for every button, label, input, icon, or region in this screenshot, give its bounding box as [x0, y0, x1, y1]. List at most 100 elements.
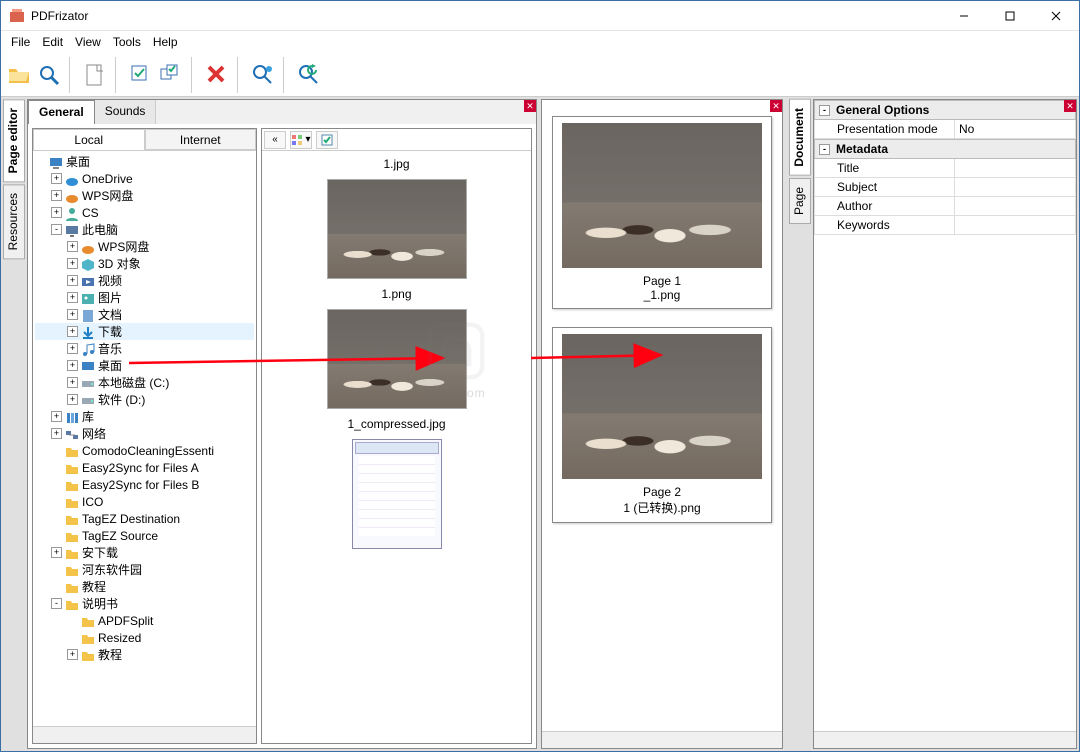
thumb-back-button[interactable]: « [264, 131, 286, 149]
tree-expander-icon[interactable]: + [67, 649, 78, 660]
tree-item[interactable]: ComodoCleaningEssenti [35, 442, 254, 459]
tree-expander-icon[interactable]: + [67, 258, 78, 269]
tree-item[interactable]: +软件 (D:) [35, 391, 254, 408]
prop-row[interactable]: Presentation mode No [814, 120, 1076, 139]
check-pages-button[interactable] [127, 57, 155, 93]
thumb-item[interactable]: 1.png [266, 285, 527, 409]
tree-item[interactable]: +库 [35, 408, 254, 425]
panel-close-icon[interactable]: ✕ [524, 100, 536, 112]
tab-general[interactable]: General [28, 100, 95, 124]
tree-item[interactable]: +图片 [35, 289, 254, 306]
subtab-internet[interactable]: Internet [145, 129, 257, 150]
tree-item[interactable]: +WPS网盘 [35, 187, 254, 204]
tree-item[interactable]: +文档 [35, 306, 254, 323]
prop-value[interactable] [955, 159, 1075, 177]
thumb-view-button[interactable]: ▾ [290, 131, 312, 149]
tree-item[interactable]: 河东软件园 [35, 561, 254, 578]
tree-item[interactable]: -说明书 [35, 595, 254, 612]
tree-expander-icon[interactable]: + [51, 207, 62, 218]
tree-item[interactable]: +CS [35, 204, 254, 221]
tree-item[interactable]: Resized [35, 629, 254, 646]
menu-tools[interactable]: Tools [107, 33, 147, 51]
thumb-item[interactable]: 1_compressed.jpg [266, 415, 527, 549]
vtab-page-editor[interactable]: Page editor [3, 99, 25, 182]
maximize-button[interactable] [987, 1, 1033, 31]
tree-expander-icon[interactable]: + [51, 173, 62, 184]
tree-item[interactable]: TagEZ Destination [35, 510, 254, 527]
tree-expander-icon[interactable]: + [67, 309, 78, 320]
tree-item[interactable]: 教程 [35, 578, 254, 595]
tree-item[interactable]: +3D 对象 [35, 255, 254, 272]
vtab-resources[interactable]: Resources [3, 184, 25, 259]
prop-row[interactable]: Subject [814, 178, 1076, 197]
props-hscroll[interactable] [814, 731, 1076, 748]
delete-button[interactable] [203, 57, 231, 93]
tree-expander-icon[interactable]: + [67, 360, 78, 371]
tree-item[interactable]: +本地磁盘 (C:) [35, 374, 254, 391]
tree-item[interactable]: +WPS网盘 [35, 238, 254, 255]
prop-section[interactable]: -General Options [814, 100, 1076, 120]
tree-hscroll[interactable] [33, 726, 256, 743]
tree-item[interactable]: +桌面 [35, 357, 254, 374]
open-folder-button[interactable] [5, 57, 33, 93]
vtab-document[interactable]: Document [789, 99, 811, 176]
tree-item[interactable]: +安下载 [35, 544, 254, 561]
tree-expander-icon[interactable]: + [51, 428, 62, 439]
zoom-page-button[interactable] [249, 57, 277, 93]
tree-expander-icon[interactable]: + [67, 377, 78, 388]
page-card[interactable]: Page 2 1 (已转换).png [552, 327, 772, 523]
panel-close-icon[interactable]: ✕ [770, 100, 782, 112]
tree-expander-icon[interactable]: + [67, 292, 78, 303]
tree-expander-icon[interactable]: + [51, 411, 62, 422]
tree-expander-icon[interactable]: + [67, 394, 78, 405]
tree-item[interactable]: +网络 [35, 425, 254, 442]
tree-item[interactable]: ICO [35, 493, 254, 510]
tree-item[interactable]: +下载 [35, 323, 254, 340]
close-button[interactable] [1033, 1, 1079, 31]
subtab-local[interactable]: Local [33, 129, 145, 150]
prop-value[interactable] [955, 197, 1075, 215]
prop-value[interactable] [955, 216, 1075, 234]
new-page-button[interactable] [81, 57, 109, 93]
tree-item[interactable]: Easy2Sync for Files B [35, 476, 254, 493]
tab-sounds[interactable]: Sounds [95, 100, 157, 124]
tree-item[interactable]: TagEZ Source [35, 527, 254, 544]
tree-item[interactable]: +视频 [35, 272, 254, 289]
prop-value[interactable]: No [955, 120, 1075, 138]
prop-row[interactable]: Keywords [814, 216, 1076, 235]
menu-edit[interactable]: Edit [36, 33, 69, 51]
tree-expander-icon[interactable]: + [67, 275, 78, 286]
menu-help[interactable]: Help [147, 33, 184, 51]
menu-view[interactable]: View [69, 33, 107, 51]
tree-expander-icon[interactable]: - [51, 598, 62, 609]
thumb-item[interactable]: 1.jpg [266, 155, 527, 279]
tree-item[interactable]: +教程 [35, 646, 254, 663]
minimize-button[interactable] [941, 1, 987, 31]
tree-item[interactable]: Easy2Sync for Files A [35, 459, 254, 476]
tree-item[interactable]: -此电脑 [35, 221, 254, 238]
zoom-refresh-button[interactable] [295, 57, 323, 93]
tree-item[interactable]: 桌面 [35, 153, 254, 170]
panel-close-icon[interactable]: ✕ [1064, 100, 1076, 112]
menu-file[interactable]: File [5, 33, 36, 51]
tree-item[interactable]: +音乐 [35, 340, 254, 357]
prop-row[interactable]: Title [814, 159, 1076, 178]
tree-expander-icon[interactable]: - [51, 224, 62, 235]
tree-expander-icon[interactable]: + [51, 547, 62, 558]
tree-item[interactable]: APDFSplit [35, 612, 254, 629]
page-card[interactable]: Page 1 _1.png [552, 116, 772, 309]
pagelist-hscroll[interactable] [542, 731, 782, 748]
prop-section[interactable]: -Metadata [814, 139, 1076, 159]
check-multi-button[interactable] [157, 57, 185, 93]
prop-row[interactable]: Author [814, 197, 1076, 216]
tree-item[interactable]: +OneDrive [35, 170, 254, 187]
thumb-check-button[interactable] [316, 131, 338, 149]
search-button[interactable] [35, 57, 63, 93]
prop-value[interactable] [955, 178, 1075, 196]
tree-expander-icon[interactable]: + [67, 326, 78, 337]
tree-expander-icon[interactable]: + [51, 190, 62, 201]
tree-expander-icon[interactable]: + [67, 241, 78, 252]
tree-expander-icon[interactable]: + [67, 343, 78, 354]
folder-tree[interactable]: 桌面+OneDrive+WPS网盘+CS-此电脑+WPS网盘+3D 对象+视频+… [33, 151, 256, 726]
vtab-page[interactable]: Page [789, 178, 811, 224]
